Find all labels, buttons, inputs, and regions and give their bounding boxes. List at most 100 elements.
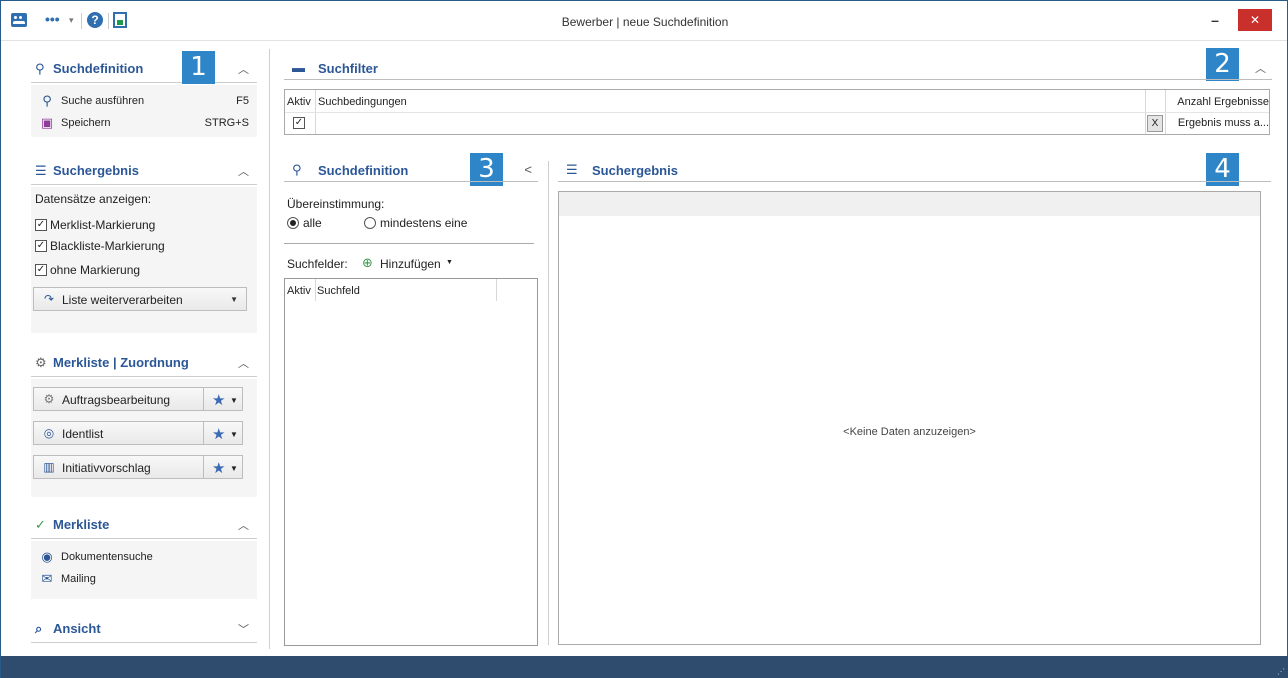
callout-1: 1 [182, 51, 215, 84]
group-title: Merkliste [53, 517, 110, 532]
radio-label: mindestens eine [380, 216, 468, 230]
checkbox-icon[interactable]: ✓ [35, 240, 47, 252]
add-document-icon: ⊕ [362, 255, 373, 270]
chevron-down-icon[interactable]: ﹀ [238, 621, 249, 637]
suchfelder-grid: Aktiv Suchfeld [284, 278, 538, 646]
status-bar: ⋰ [1, 656, 1288, 678]
envelope-icon: ✉ [41, 571, 53, 586]
empty-message: <Keine Daten anzuzeigen> [843, 426, 976, 438]
dokumentensuche-command[interactable]: ◉ Dokumentensuche [39, 549, 239, 567]
initiativvorschlag-button[interactable]: ▥ Initiativvorschlag [33, 455, 205, 479]
group-ansicht-header[interactable]: ⌕ Ansicht ﹀ [31, 615, 257, 643]
group-suchergebnis-body: Datensätze anzeigen: ✓ Merklist-Markieru… [31, 187, 257, 333]
suchfilter-header[interactable]: ▬ Suchfilter ︿ [284, 56, 1272, 80]
clear-button[interactable]: X [1147, 115, 1163, 132]
chevron-up-icon[interactable]: ︿ [238, 163, 249, 179]
checkbox-icon[interactable]: ✓ [35, 219, 47, 231]
section-title: Suchdefinition [318, 163, 409, 178]
row-active-checkbox[interactable]: ✓ [293, 117, 305, 129]
filter-icon: ▬ [292, 60, 305, 75]
group-title: Suchdefinition [53, 61, 144, 76]
column-header-aktiv[interactable]: Aktiv [287, 96, 315, 108]
search-icon: ⚲ [35, 61, 45, 76]
save-command[interactable]: ▣ Speichern STRG+S [39, 115, 251, 133]
collapse-left-button[interactable]: < [524, 162, 532, 177]
command-label: Mailing [61, 573, 96, 585]
title-bar: ••• ▾ ? Bewerber | neue Suchdefinition –… [1, 1, 1287, 41]
column-header-aktiv[interactable]: Aktiv [287, 285, 315, 297]
arrow-turn-icon: ↷ [43, 292, 55, 306]
suchergebnis-grid[interactable]: <Keine Daten anzuzeigen> [558, 191, 1261, 645]
group-suchergebnis-header[interactable]: ☰ Suchergebnis ︿ [31, 157, 257, 185]
button-label: Hinzufügen [380, 257, 441, 271]
identlist-button[interactable]: ◎ Identlist [33, 421, 205, 445]
section-title: Suchergebnis [592, 163, 678, 178]
column-header-suchbedingungen[interactable]: Suchbedingungen [318, 96, 407, 108]
button-label: Auftragsbearbeitung [62, 393, 171, 407]
suchergebnis-panel-header: ☰ Suchergebnis [558, 158, 1271, 182]
group-title: Ansicht [53, 621, 101, 636]
subtitle: Datensätze anzeigen: [35, 192, 152, 206]
checkmark-icon: ✓ [35, 517, 46, 532]
panel-splitter[interactable] [548, 161, 549, 645]
list-icon: ☰ [35, 163, 47, 178]
minimize-button[interactable]: – [1202, 11, 1228, 31]
chevron-down-icon: ▼ [446, 259, 453, 266]
chevron-up-icon[interactable]: ︿ [238, 61, 249, 77]
radio-mindestens-eine[interactable]: mindestens eine [364, 215, 484, 231]
auftragsbearbeitung-button[interactable]: ⚙ Auftragsbearbeitung [33, 387, 205, 411]
divider [496, 279, 497, 301]
suchfelder-label: Suchfelder: [287, 257, 348, 271]
command-label: Dokumentensuche [61, 551, 153, 563]
divider [284, 243, 534, 244]
checkbox-icon[interactable]: ✓ [35, 264, 47, 276]
group-merkliste-header[interactable]: ✓ Merkliste ︿ [31, 511, 257, 539]
button-label: Initiativvorschlag [62, 461, 151, 475]
group-merkliste-zuordnung-body: ⚙ Auftragsbearbeitung ★ ▼ ◎ Identlist ★ … [31, 379, 257, 497]
chevron-up-icon[interactable]: ︿ [238, 517, 249, 533]
radio-icon[interactable] [364, 217, 376, 229]
resize-grip-icon[interactable]: ⋰ [1277, 667, 1285, 676]
favorite-dropdown-button[interactable]: ★ ▼ [203, 421, 243, 445]
divider [315, 279, 316, 301]
window-title: Bewerber | neue Suchdefinition [561, 15, 729, 29]
sidebar-splitter[interactable] [269, 49, 270, 649]
favorite-dropdown-button[interactable]: ★ ▼ [203, 455, 243, 479]
close-button[interactable]: ✕ [1238, 9, 1272, 31]
suchfilter-grid: Aktiv Suchbedingungen Anzahl Ergebnisse … [284, 89, 1270, 135]
people-icon: ⚙ [35, 355, 47, 370]
command-label: Suche ausführen [61, 95, 145, 107]
chevron-up-icon[interactable]: ︿ [1255, 60, 1266, 76]
mailing-command[interactable]: ✉ Mailing [39, 571, 239, 589]
group-suchdefinition-body: ⚲ Suche ausführen F5 ▣ Speichern STRG+S [31, 85, 257, 137]
group-merkliste-zuordnung-header[interactable]: ⚙ Merkliste | Zuordnung ︿ [31, 349, 257, 377]
radio-icon[interactable] [287, 217, 299, 229]
chevron-down-icon: ▼ [230, 464, 238, 473]
suchdefinition-panel-header: ⚲ Suchdefinition < [284, 158, 538, 182]
chevron-down-icon: ▼ [230, 295, 238, 304]
column-header-suchfeld[interactable]: Suchfeld [317, 285, 360, 297]
process-list-button[interactable]: ↷ Liste weiterverarbeiten ▼ [33, 287, 247, 311]
checkbox-label: ohne Markierung [50, 263, 141, 277]
chevron-up-icon[interactable]: ︿ [238, 355, 249, 371]
view-icon: ⌕ [35, 621, 43, 636]
column-header-anzahl[interactable]: Anzahl Ergebnisse [1169, 96, 1269, 108]
binoculars-icon: ◉ [41, 549, 53, 564]
search-icon: ⚲ [42, 93, 52, 108]
match-label: Übereinstimmung: [287, 197, 385, 211]
button-label: Identlist [62, 427, 104, 441]
radio-label: alle [303, 216, 322, 230]
ergebnis-cell[interactable]: Ergebnis muss a... [1169, 117, 1269, 129]
run-search-command[interactable]: ⚲ Suche ausführen F5 [39, 93, 251, 111]
group-suchdefinition-header[interactable]: ⚲ Suchdefinition ︿ [31, 55, 257, 83]
group-title: Merkliste | Zuordnung [53, 355, 189, 370]
radio-alle[interactable]: alle [287, 215, 347, 231]
command-label: Speichern [61, 117, 111, 129]
chevron-down-icon: ▼ [230, 396, 238, 405]
star-icon: ★ [212, 426, 226, 443]
favorite-dropdown-button[interactable]: ★ ▼ [203, 387, 243, 411]
chevron-down-icon: ▼ [230, 430, 238, 439]
add-field-button[interactable]: ⊕ Hinzufügen ▼ [362, 254, 453, 274]
button-label: Liste weiterverarbeiten [62, 293, 183, 307]
star-icon: ★ [212, 392, 226, 409]
